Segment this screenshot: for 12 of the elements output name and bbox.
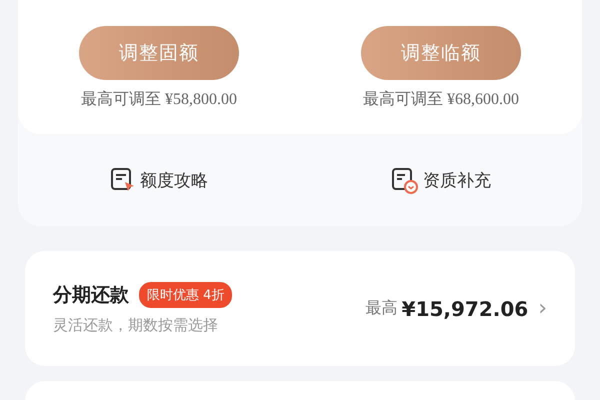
- amount-label: 最高: [366, 298, 398, 319]
- card-title: 分期还款: [53, 283, 129, 308]
- card-subtitle: 灵活还款，期数按需选择: [53, 316, 219, 335]
- amount-value: ¥15,972.06: [402, 296, 528, 320]
- shortcut-link[interactable]: 资质补充: [423, 168, 491, 192]
- max-limit-text: 最高可调至 ¥68,600.00: [363, 90, 519, 110]
- chevron-icon: ›: [538, 296, 547, 321]
- shortcut-link[interactable]: 额度攻略: [140, 168, 208, 192]
- max-limit-text: 最高可调至 ¥58,800.00: [81, 90, 237, 110]
- installment-card[interactable]: 分期还款 限时优惠 4折 灵活还款，期数按需选择 最高 ¥15,972.06 ›: [25, 251, 575, 366]
- document-check-icon: [391, 166, 419, 194]
- promo-badge: 限时优惠 4折: [139, 282, 232, 308]
